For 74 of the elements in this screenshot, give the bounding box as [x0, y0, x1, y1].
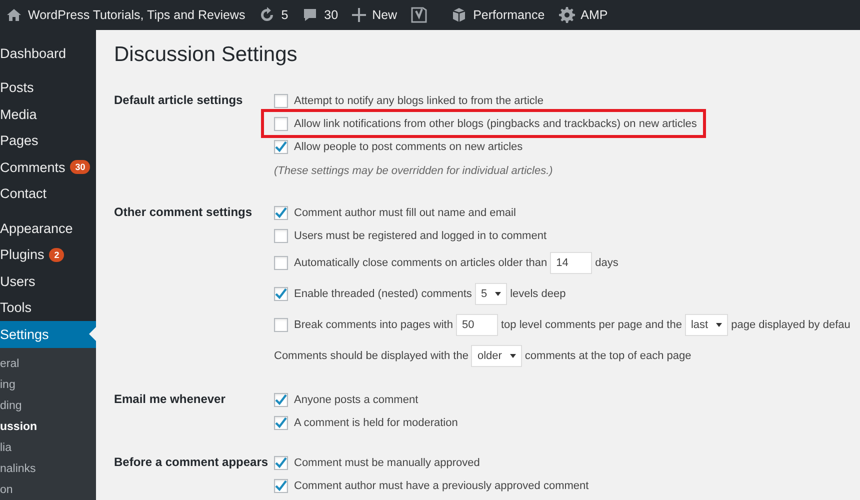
menu-item[interactable]: Comments 30 [0, 154, 96, 180]
shield-icon[interactable] [411, 6, 428, 24]
section-label: Default article settings [114, 92, 244, 109]
settings-icon [558, 7, 575, 23]
updates-link[interactable]: 5 [259, 7, 288, 23]
option-label: Automatically close comments on articles older than [294, 256, 548, 268]
site-title-link[interactable]: WordPress Tutorials, Tips and Reviews [6, 8, 246, 22]
checkbox[interactable] [274, 392, 288, 406]
plus-icon [352, 8, 366, 22]
amp-link[interactable]: AMP [558, 7, 608, 23]
checkbox[interactable] [274, 228, 288, 242]
submenu-item[interactable]: on [0, 480, 96, 500]
checkbox[interactable] [274, 286, 288, 300]
option-label: Anyone posts a comment [294, 394, 418, 406]
performance-link[interactable]: Performance [451, 7, 545, 23]
menu-item[interactable]: Tools [0, 294, 96, 321]
refresh-icon [259, 7, 276, 23]
menu-item[interactable]: Settings [0, 321, 96, 348]
option-label: Comment must be manually approved [294, 456, 480, 468]
option-label: Break comments into pages with [294, 318, 453, 330]
checkbox[interactable] [274, 140, 288, 154]
option-label: days [595, 256, 618, 268]
help-note: (These settings may be overridden for individual articles.) [274, 165, 553, 177]
menu-item[interactable]: Appearance [0, 215, 96, 242]
menu-item[interactable]: Contact [0, 180, 96, 207]
checkbox[interactable] [274, 116, 288, 130]
home-icon [6, 8, 22, 22]
option-label: top level comments per page and the [500, 318, 682, 330]
option-label: Users must be registered and logged in to comment [294, 230, 547, 242]
count-badge: 30 [70, 160, 90, 174]
count-badge: 2 [49, 248, 64, 262]
option-label: Enable threaded (nested) comments [294, 288, 472, 300]
page-title: Discussion Settings [114, 43, 298, 67]
option-label: comments at the top of each page [524, 350, 692, 362]
checkbox[interactable] [274, 456, 288, 470]
submenu-item[interactable]: lia [0, 438, 96, 458]
section-label: Email me whenever [114, 391, 226, 408]
option-label: Allow people to post comments on new articles [294, 140, 523, 152]
submenu-item[interactable]: nalinks [0, 458, 96, 480]
submenu-item[interactable]: ding [0, 396, 96, 416]
dropdown[interactable]: last [684, 314, 728, 336]
new-link[interactable]: New [352, 8, 398, 22]
checkbox[interactable] [274, 94, 288, 108]
comments-link[interactable]: 30 [302, 7, 338, 23]
submenu-item[interactable]: ussion [0, 416, 96, 438]
checkbox[interactable] [274, 256, 288, 270]
option-label: A comment is held for moderation [294, 416, 458, 428]
menu-item[interactable]: Users [0, 268, 96, 294]
option-label: levels deep [510, 288, 566, 300]
option-label: Allow link notifications from other blogs (pingbacks and trackbacks) on new articles [294, 118, 697, 130]
menu-item[interactable]: Media [0, 101, 96, 128]
cube-icon [451, 7, 468, 23]
dropdown[interactable]: 5 [474, 282, 508, 304]
option-label: Attempt to notify any blogs linked to from the article [294, 94, 544, 106]
menu-item[interactable]: Plugins 2 [0, 242, 96, 268]
submenu-item[interactable]: eral [0, 354, 96, 374]
menu-item[interactable]: Pages [0, 128, 96, 154]
submenu-item[interactable]: ing [0, 374, 96, 396]
option-label: page displayed by defau [731, 318, 850, 330]
number-field[interactable]: 14 [550, 252, 592, 274]
option-label: Comment author must fill out name and email [294, 206, 516, 218]
checkbox[interactable] [274, 416, 288, 430]
checkbox[interactable] [274, 206, 288, 220]
number-field[interactable]: 50 [456, 314, 498, 336]
dropdown[interactable]: older [471, 344, 522, 366]
option-label: Comment author must have a previously approved comment [294, 480, 589, 492]
option-label: Comments should be displayed with the [274, 350, 468, 362]
menu-item[interactable]: Dashboard [0, 40, 96, 66]
speech-bubble-icon [302, 7, 318, 23]
section-label: Other comment settings [114, 204, 254, 221]
section-label: Before a comment appears [114, 454, 270, 471]
menu-item[interactable]: Posts [0, 74, 96, 101]
checkbox[interactable] [274, 318, 288, 332]
checkbox[interactable] [274, 478, 288, 492]
